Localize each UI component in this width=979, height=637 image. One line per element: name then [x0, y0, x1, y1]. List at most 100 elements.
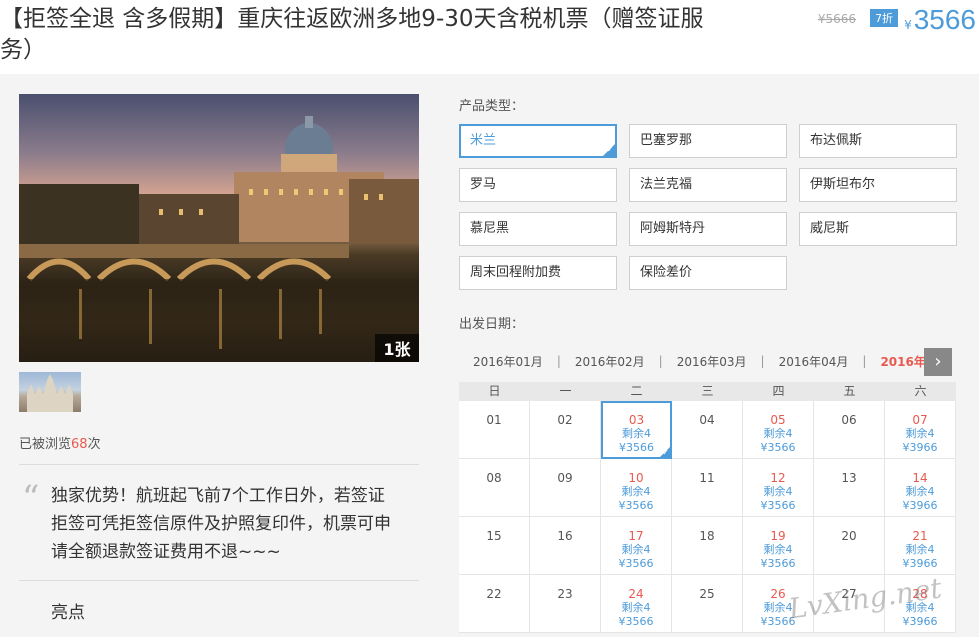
calendar-day[interactable]: 05 剩余4 ¥3566: [743, 401, 814, 459]
day-number: 25: [699, 587, 715, 601]
chevron-right-icon[interactable]: ›: [924, 348, 952, 376]
day-number: 18: [699, 529, 715, 543]
day-number: 12: [770, 471, 786, 485]
discount-badge: 7折: [870, 9, 899, 27]
product-option[interactable]: 米兰 ✓: [459, 124, 617, 158]
day-number: 19: [770, 529, 786, 543]
day-number: 02: [557, 413, 573, 427]
day-number: 24: [628, 587, 644, 601]
weekday-label: 四: [772, 384, 785, 398]
day-number: 05: [770, 413, 786, 427]
weekday-label: 日: [488, 384, 501, 398]
day-price: ¥3566: [760, 441, 796, 454]
product-option[interactable]: 布达佩斯: [799, 124, 957, 158]
day-price: ¥3966: [902, 441, 938, 454]
product-option[interactable]: 阿姆斯特丹: [629, 212, 787, 246]
seats-left: 剩余4: [621, 601, 651, 614]
photo-thumbnail[interactable]: [19, 372, 81, 412]
view-count: 已被浏览68次: [19, 437, 101, 452]
day-number: 11: [699, 471, 715, 485]
day-number: 20: [841, 529, 857, 543]
calendar-weekday-header: 日一二三四五六: [459, 382, 956, 401]
calendar-day: 06: [814, 401, 885, 459]
month-tabs: 2016年01月 | 2016年02月 | 2016年03月 | 2016年04月 | 2016…: [459, 342, 956, 380]
seats-left: 剩余4: [905, 427, 935, 440]
price-currency: ¥: [904, 18, 912, 32]
weekday-label: 二: [630, 384, 643, 398]
product-option[interactable]: 伊斯坦布尔: [799, 168, 957, 202]
product-option[interactable]: 威尼斯: [799, 212, 957, 246]
day-number: 17: [628, 529, 644, 543]
calendar-day: 15: [459, 517, 530, 575]
page-title: 【拒签全退 含多假期】重庆往返欧洲多地9-30天含税机票（赠签证服务）: [0, 6, 704, 63]
calendar-day: 18: [672, 517, 743, 575]
day-price: ¥3966: [902, 615, 938, 628]
seats-left: 剩余4: [763, 427, 793, 440]
seats-left: 剩余4: [763, 543, 793, 556]
promo-description: 独家优势！航班起飞前7个工作日外，若签证拒签可凭拒签信原件及护照复印件，机票可申…: [51, 486, 391, 562]
calendar-day[interactable]: 21 剩余4 ¥3966: [885, 517, 956, 575]
product-option[interactable]: 周末回程附加费: [459, 256, 617, 290]
product-option[interactable]: 保险差价: [629, 256, 787, 290]
calendar-day[interactable]: 14 剩余4 ¥3966: [885, 459, 956, 517]
day-price: ¥3566: [760, 557, 796, 570]
day-price: ¥3566: [618, 615, 654, 628]
calendar-day[interactable]: 03 剩余4 ¥3566 ✓: [601, 401, 672, 459]
weekday-label: 一: [559, 384, 572, 398]
day-number: 08: [486, 471, 502, 485]
calendar-day: 08: [459, 459, 530, 517]
calendar-day: 25: [672, 575, 743, 633]
day-number: 04: [699, 413, 715, 427]
view-count-number: 68: [71, 437, 88, 452]
calendar-day: 20: [814, 517, 885, 575]
day-number: 13: [841, 471, 857, 485]
calendar-day: 09: [530, 459, 601, 517]
product-option[interactable]: 慕尼黑: [459, 212, 617, 246]
month-tab[interactable]: 2016年03月: [663, 353, 761, 370]
day-number: 09: [557, 471, 573, 485]
calendar-day: 01: [459, 401, 530, 459]
calendar-day[interactable]: 10 剩余4 ¥3566: [601, 459, 672, 517]
seats-left: 剩余4: [621, 485, 651, 498]
calendar-day[interactable]: 24 剩余4 ¥3566: [601, 575, 672, 633]
calendar-day: 23: [530, 575, 601, 633]
calendar-day[interactable]: 12 剩余4 ¥3566: [743, 459, 814, 517]
check-mark-icon: ✓: [662, 448, 669, 457]
month-tab[interactable]: 2016年02月: [561, 353, 659, 370]
day-price: ¥3566: [618, 499, 654, 512]
day-price: ¥3966: [902, 499, 938, 512]
day-number: 03: [628, 413, 645, 427]
quote-icon: “: [22, 478, 40, 518]
weekday-label: 五: [843, 384, 856, 398]
check-mark-icon: ✓: [606, 145, 614, 155]
calendar-day: 11: [672, 459, 743, 517]
day-number: 06: [841, 413, 857, 427]
month-tab[interactable]: 2016年04月: [765, 353, 863, 370]
calendar-day: 02: [530, 401, 601, 459]
seats-left: 剩余4: [905, 485, 935, 498]
day-number: 22: [486, 587, 502, 601]
day-price: ¥3966: [902, 557, 938, 570]
calendar-day[interactable]: 07 剩余4 ¥3966: [885, 401, 956, 459]
day-number: 07: [912, 413, 928, 427]
month-tab[interactable]: 2016年01月: [459, 353, 557, 370]
calendar-week-row: 01 02 03 剩余4 ¥3566 ✓ 04 05 剩余4 ¥3566 06 07 剩余4 ¥3966: [459, 401, 956, 459]
main-photo[interactable]: 1张: [19, 94, 419, 362]
current-price: 3566: [913, 4, 976, 35]
calendar-day: 22: [459, 575, 530, 633]
divider: [19, 580, 419, 581]
product-option[interactable]: 巴塞罗那: [629, 124, 787, 158]
cityscape-illustration: [19, 116, 419, 362]
day-number: 01: [486, 413, 502, 427]
departure-date-label: 出发日期：: [459, 317, 525, 332]
product-option[interactable]: 罗马: [459, 168, 617, 202]
photo-count-badge: 1张: [375, 334, 419, 362]
day-price: ¥3566: [618, 557, 654, 570]
day-number: 10: [628, 471, 644, 485]
cathedral-thumbnail-icon: [27, 374, 73, 412]
product-option[interactable]: 法兰克福: [629, 168, 787, 202]
calendar-day: 16: [530, 517, 601, 575]
calendar-day[interactable]: 19 剩余4 ¥3566: [743, 517, 814, 575]
calendar-day[interactable]: 17 剩余4 ¥3566: [601, 517, 672, 575]
calendar-day: 04: [672, 401, 743, 459]
